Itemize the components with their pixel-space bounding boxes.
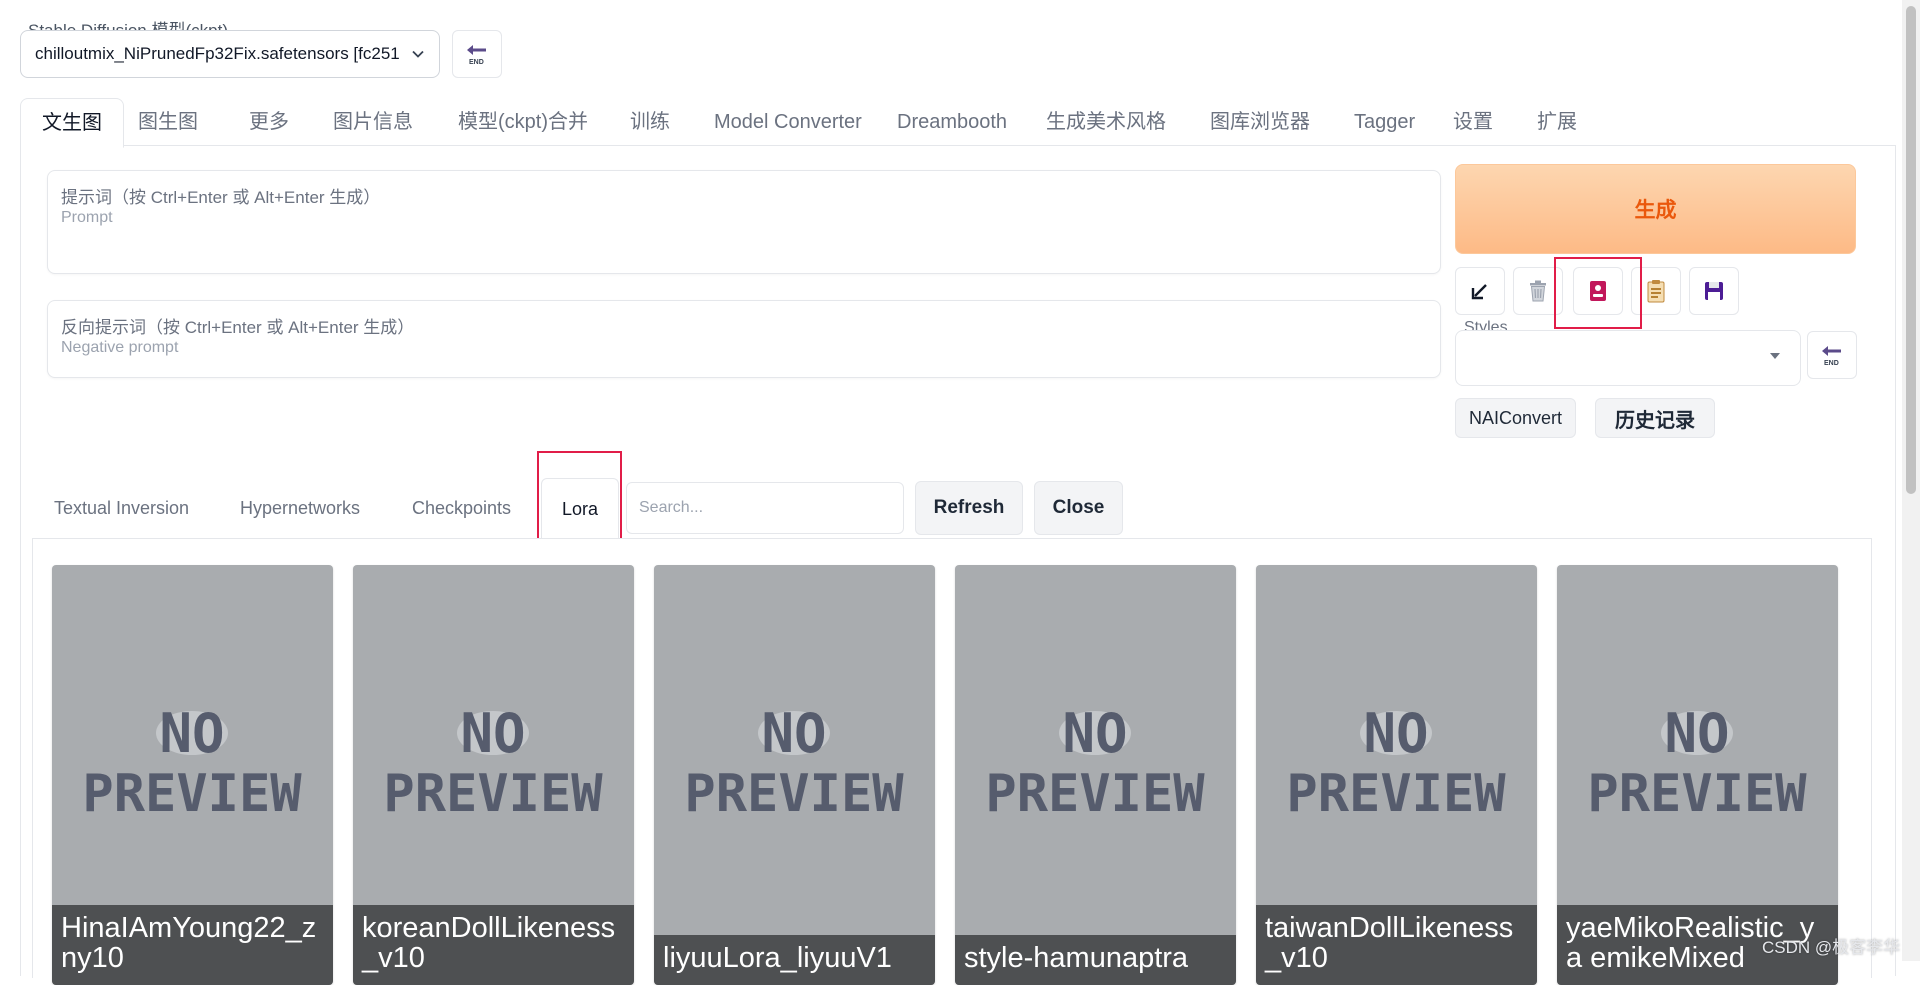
no-preview-line2: PREVIEW: [1286, 764, 1506, 820]
trash-icon: [1530, 280, 1546, 302]
no-preview-line2: PREVIEW: [82, 764, 302, 820]
clipboard-icon: [1647, 280, 1665, 303]
lora-card-name: liyuuLora_liyuuV1: [654, 935, 935, 985]
prompt-placeholder-en: Prompt: [61, 209, 113, 226]
tab-image-browser[interactable]: 图库浏览器: [1210, 98, 1310, 146]
model-select[interactable]: chilloutmix_NiPrunedFp32Fix.safetensors …: [20, 30, 440, 78]
scrollbar-thumb[interactable]: [1906, 6, 1916, 494]
annotation-highlight-box: [1554, 257, 1642, 329]
tab-dreambooth[interactable]: Dreambooth: [897, 98, 1007, 146]
tab-train[interactable]: 训练: [630, 98, 670, 146]
history-button[interactable]: 历史记录: [1595, 398, 1715, 438]
styles-select[interactable]: [1455, 330, 1801, 386]
main-tabs: 文生图 图生图 更多 图片信息 模型(ckpt)合并 训练 Model Conv…: [20, 98, 1896, 148]
lora-card[interactable]: NO PREVIEW taiwanDollLikeness _v10: [1256, 565, 1537, 985]
no-preview-image: NO PREVIEW: [1587, 705, 1807, 820]
no-preview-image: NO PREVIEW: [383, 705, 603, 820]
lora-card[interactable]: NO PREVIEW HinaIAmYoung22_z ny10: [52, 565, 333, 985]
svg-text:END: END: [469, 59, 484, 66]
prompt-placeholder: 提示词（按 Ctrl+Enter 或 Alt+Enter 生成）: [61, 188, 381, 207]
no-preview-image: NO PREVIEW: [1286, 705, 1506, 820]
floppy-disk-icon: [1705, 282, 1723, 300]
lora-card-name: taiwanDollLikeness _v10: [1256, 905, 1537, 985]
no-preview-line1: NO: [761, 705, 826, 765]
page-scrollbar[interactable]: [1902, 0, 1920, 961]
no-preview-line2: PREVIEW: [985, 764, 1205, 820]
tab-tagger[interactable]: Tagger: [1354, 98, 1415, 146]
model-refresh-button[interactable]: END: [452, 30, 502, 78]
tab-checkpoint-merger[interactable]: 模型(ckpt)合并: [458, 98, 588, 146]
no-preview-line1: NO: [460, 705, 525, 765]
negative-prompt-placeholder: 反向提示词（按 Ctrl+Enter 或 Alt+Enter 生成）: [61, 318, 415, 337]
no-preview-line2: PREVIEW: [1587, 764, 1807, 820]
refresh-button[interactable]: Refresh: [915, 481, 1023, 535]
svg-text:END: END: [1824, 360, 1839, 367]
lora-card[interactable]: NO PREVIEW koreanDollLikeness _v10: [353, 565, 634, 985]
generate-button[interactable]: 生成: [1455, 164, 1856, 254]
caret-down-icon: [1770, 353, 1780, 359]
end-arrow-icon: END: [1822, 346, 1841, 367]
no-preview-line1: NO: [1664, 705, 1729, 765]
annotation-highlight-box: [537, 451, 622, 548]
tab-checkpoints[interactable]: Checkpoints: [412, 488, 511, 528]
tab-extras[interactable]: 更多: [249, 98, 289, 146]
no-preview-image: NO PREVIEW: [985, 705, 1205, 820]
read-params-button[interactable]: [1455, 267, 1505, 315]
lora-card[interactable]: NO PREVIEW style-hamunaptra: [955, 565, 1236, 985]
naiconvert-button[interactable]: NAIConvert: [1455, 398, 1576, 438]
no-preview-line1: NO: [1363, 705, 1428, 765]
no-preview-image: NO PREVIEW: [82, 705, 302, 820]
prompt-input[interactable]: 提示词（按 Ctrl+Enter 或 Alt+Enter 生成） Prompt: [47, 170, 1441, 274]
tab-textual-inversion[interactable]: Textual Inversion: [54, 488, 189, 528]
watermark: CSDN @极客李华: [1762, 938, 1901, 957]
tab-model-converter[interactable]: Model Converter: [714, 98, 862, 146]
lora-card[interactable]: NO PREVIEW yaeMikoRealistic_ya emikeMixe…: [1557, 565, 1838, 985]
no-preview-image: NO PREVIEW: [684, 705, 904, 820]
tab-png-info[interactable]: 图片信息: [333, 98, 413, 146]
tab-extensions[interactable]: 扩展: [1537, 98, 1577, 146]
close-button[interactable]: Close: [1034, 481, 1123, 535]
no-preview-line1: NO: [159, 705, 224, 765]
save-style-button[interactable]: [1689, 267, 1739, 315]
arrow-down-left-icon: [1471, 284, 1487, 300]
chevron-down-icon: [412, 50, 424, 58]
no-preview-line2: PREVIEW: [684, 764, 904, 820]
model-select-value: chilloutmix_NiPrunedFp32Fix.safetensors …: [35, 44, 400, 63]
lora-card-name: style-hamunaptra: [955, 935, 1236, 985]
tab-hypernetworks[interactable]: Hypernetworks: [240, 488, 360, 528]
tab-aesthetic[interactable]: 生成美术风格: [1046, 98, 1166, 146]
negative-prompt-placeholder-en: Negative prompt: [61, 339, 179, 356]
tab-settings[interactable]: 设置: [1453, 98, 1493, 146]
lora-card[interactable]: NO PREVIEW liyuuLora_liyuuV1: [654, 565, 935, 985]
tab-img2img[interactable]: 图生图: [138, 98, 198, 146]
negative-prompt-input[interactable]: 反向提示词（按 Ctrl+Enter 或 Alt+Enter 生成） Negat…: [47, 300, 1441, 378]
no-preview-line2: PREVIEW: [383, 764, 603, 820]
search-input[interactable]: [626, 482, 904, 534]
lora-card-name: koreanDollLikeness _v10: [353, 905, 634, 985]
no-preview-line1: NO: [1062, 705, 1127, 765]
lora-card-name: HinaIAmYoung22_z ny10: [52, 905, 333, 985]
end-arrow-icon: END: [467, 45, 486, 66]
tab-txt2img[interactable]: 文生图: [20, 98, 124, 148]
apply-styles-button[interactable]: END: [1807, 331, 1857, 379]
